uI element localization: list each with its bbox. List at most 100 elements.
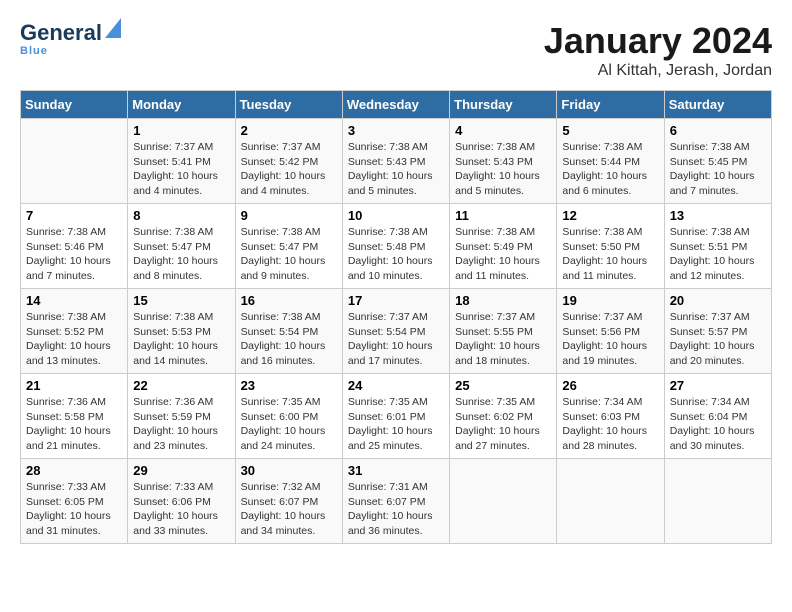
day-number: 21: [26, 378, 122, 393]
calendar-header-row: Sunday Monday Tuesday Wednesday Thursday…: [21, 91, 772, 119]
day-number: 26: [562, 378, 658, 393]
day-number: 27: [670, 378, 766, 393]
table-row: 14 Sunrise: 7:38 AMSunset: 5:52 PMDayligh…: [21, 289, 128, 374]
table-row: 17 Sunrise: 7:37 AMSunset: 5:54 PMDayligh…: [342, 289, 449, 374]
day-number: 19: [562, 293, 658, 308]
day-info: Sunrise: 7:38 AMSunset: 5:48 PMDaylight:…: [348, 225, 444, 284]
table-row: 13 Sunrise: 7:38 AMSunset: 5:51 PMDayligh…: [664, 204, 771, 289]
day-info: Sunrise: 7:31 AMSunset: 6:07 PMDaylight:…: [348, 480, 444, 539]
table-row: 21 Sunrise: 7:36 AMSunset: 5:58 PMDayligh…: [21, 374, 128, 459]
day-number: 17: [348, 293, 444, 308]
day-info: Sunrise: 7:38 AMSunset: 5:47 PMDaylight:…: [133, 225, 229, 284]
calendar-week-row: 28 Sunrise: 7:33 AMSunset: 6:05 PMDayligh…: [21, 459, 772, 544]
table-row: 24 Sunrise: 7:35 AMSunset: 6:01 PMDayligh…: [342, 374, 449, 459]
table-row: [664, 459, 771, 544]
table-row: 29 Sunrise: 7:33 AMSunset: 6:06 PMDayligh…: [128, 459, 235, 544]
day-info: Sunrise: 7:38 AMSunset: 5:51 PMDaylight:…: [670, 225, 766, 284]
day-info: Sunrise: 7:37 AMSunset: 5:55 PMDaylight:…: [455, 310, 551, 369]
day-info: Sunrise: 7:33 AMSunset: 6:06 PMDaylight:…: [133, 480, 229, 539]
day-number: 1: [133, 123, 229, 138]
col-thursday: Thursday: [450, 91, 557, 119]
day-number: 15: [133, 293, 229, 308]
table-row: 26 Sunrise: 7:34 AMSunset: 6:03 PMDayligh…: [557, 374, 664, 459]
table-row: 2Sunrise: 7:37 AMSunset: 5:42 PMDaylight…: [235, 119, 342, 204]
day-info: Sunrise: 7:35 AMSunset: 6:00 PMDaylight:…: [241, 395, 337, 454]
logo: General Blue: [20, 20, 121, 57]
day-info: Sunrise: 7:38 AMSunset: 5:50 PMDaylight:…: [562, 225, 658, 284]
day-number: 8: [133, 208, 229, 223]
day-info: Sunrise: 7:36 AMSunset: 5:58 PMDaylight:…: [26, 395, 122, 454]
table-row: [557, 459, 664, 544]
day-number: 2: [241, 123, 337, 138]
day-number: 30: [241, 463, 337, 478]
day-number: 5: [562, 123, 658, 138]
day-number: 31: [348, 463, 444, 478]
calendar-week-row: 14 Sunrise: 7:38 AMSunset: 5:52 PMDayligh…: [21, 289, 772, 374]
day-number: 29: [133, 463, 229, 478]
day-number: 24: [348, 378, 444, 393]
day-info: Sunrise: 7:35 AMSunset: 6:02 PMDaylight:…: [455, 395, 551, 454]
calendar-table: Sunday Monday Tuesday Wednesday Thursday…: [20, 90, 772, 544]
day-info: Sunrise: 7:38 AMSunset: 5:53 PMDaylight:…: [133, 310, 229, 369]
calendar-week-row: 1 Sunrise: 7:37 AMSunset: 5:41 PMDaylight…: [21, 119, 772, 204]
day-number: 6: [670, 123, 766, 138]
day-number: 3: [348, 123, 444, 138]
logo-arrow-icon: [105, 18, 121, 38]
table-row: 8 Sunrise: 7:38 AMSunset: 5:47 PMDaylight…: [128, 204, 235, 289]
table-row: 1 Sunrise: 7:37 AMSunset: 5:41 PMDaylight…: [128, 119, 235, 204]
day-number: 28: [26, 463, 122, 478]
table-row: 5Sunrise: 7:38 AMSunset: 5:44 PMDaylight…: [557, 119, 664, 204]
day-info: Sunrise: 7:37 AMSunset: 5:57 PMDaylight:…: [670, 310, 766, 369]
table-row: 16 Sunrise: 7:38 AMSunset: 5:54 PMDayligh…: [235, 289, 342, 374]
day-number: 16: [241, 293, 337, 308]
table-row: 6Sunrise: 7:38 AMSunset: 5:45 PMDaylight…: [664, 119, 771, 204]
day-info: Sunrise: 7:36 AMSunset: 5:59 PMDaylight:…: [133, 395, 229, 454]
col-wednesday: Wednesday: [342, 91, 449, 119]
day-number: 9: [241, 208, 337, 223]
calendar-week-row: 7 Sunrise: 7:38 AMSunset: 5:46 PMDaylight…: [21, 204, 772, 289]
day-info: Sunrise: 7:34 AMSunset: 6:03 PMDaylight:…: [562, 395, 658, 454]
table-row: 11Sunrise: 7:38 AMSunset: 5:49 PMDayligh…: [450, 204, 557, 289]
day-info: Sunrise: 7:38 AMSunset: 5:46 PMDaylight:…: [26, 225, 122, 284]
day-info: Sunrise: 7:38 AMSunset: 5:52 PMDaylight:…: [26, 310, 122, 369]
table-row: 4 Sunrise: 7:38 AMSunset: 5:43 PMDaylight…: [450, 119, 557, 204]
table-row: 27 Sunrise: 7:34 AMSunset: 6:04 PMDayligh…: [664, 374, 771, 459]
table-row: 31 Sunrise: 7:31 AMSunset: 6:07 PMDayligh…: [342, 459, 449, 544]
page-header: General Blue January 2024 Al Kittah, Jer…: [20, 20, 772, 80]
day-number: 13: [670, 208, 766, 223]
table-row: 7 Sunrise: 7:38 AMSunset: 5:46 PMDaylight…: [21, 204, 128, 289]
day-number: 10: [348, 208, 444, 223]
day-info: Sunrise: 7:37 AMSunset: 5:56 PMDaylight:…: [562, 310, 658, 369]
day-number: 22: [133, 378, 229, 393]
day-number: 14: [26, 293, 122, 308]
day-info: Sunrise: 7:37 AMSunset: 5:41 PMDaylight:…: [133, 140, 229, 199]
col-friday: Friday: [557, 91, 664, 119]
table-row: [21, 119, 128, 204]
table-row: 25 Sunrise: 7:35 AMSunset: 6:02 PMDayligh…: [450, 374, 557, 459]
day-number: 12: [562, 208, 658, 223]
table-row: 9 Sunrise: 7:38 AMSunset: 5:47 PMDaylight…: [235, 204, 342, 289]
day-number: 25: [455, 378, 551, 393]
col-saturday: Saturday: [664, 91, 771, 119]
logo-general-text: General: [20, 22, 102, 44]
day-info: Sunrise: 7:38 AMSunset: 5:54 PMDaylight:…: [241, 310, 337, 369]
day-info: Sunrise: 7:38 AMSunset: 5:43 PMDaylight:…: [348, 140, 444, 199]
day-info: Sunrise: 7:37 AMSunset: 5:54 PMDaylight:…: [348, 310, 444, 369]
table-row: 15 Sunrise: 7:38 AMSunset: 5:53 PMDayligh…: [128, 289, 235, 374]
day-info: Sunrise: 7:38 AMSunset: 5:43 PMDaylight:…: [455, 140, 551, 199]
location-subtitle: Al Kittah, Jerash, Jordan: [544, 62, 772, 80]
title-section: January 2024 Al Kittah, Jerash, Jordan: [544, 20, 772, 80]
col-monday: Monday: [128, 91, 235, 119]
day-info: Sunrise: 7:38 AMSunset: 5:47 PMDaylight:…: [241, 225, 337, 284]
day-number: 4: [455, 123, 551, 138]
day-info: Sunrise: 7:33 AMSunset: 6:05 PMDaylight:…: [26, 480, 122, 539]
table-row: 3 Sunrise: 7:38 AMSunset: 5:43 PMDaylight…: [342, 119, 449, 204]
day-info: Sunrise: 7:35 AMSunset: 6:01 PMDaylight:…: [348, 395, 444, 454]
month-year-title: January 2024: [544, 20, 772, 62]
day-number: 20: [670, 293, 766, 308]
day-number: 18: [455, 293, 551, 308]
day-number: 7: [26, 208, 122, 223]
day-info: Sunrise: 7:38 AMSunset: 5:49 PMDaylight:…: [455, 225, 551, 284]
day-info: Sunrise: 7:34 AMSunset: 6:04 PMDaylight:…: [670, 395, 766, 454]
table-row: 23Sunrise: 7:35 AMSunset: 6:00 PMDayligh…: [235, 374, 342, 459]
